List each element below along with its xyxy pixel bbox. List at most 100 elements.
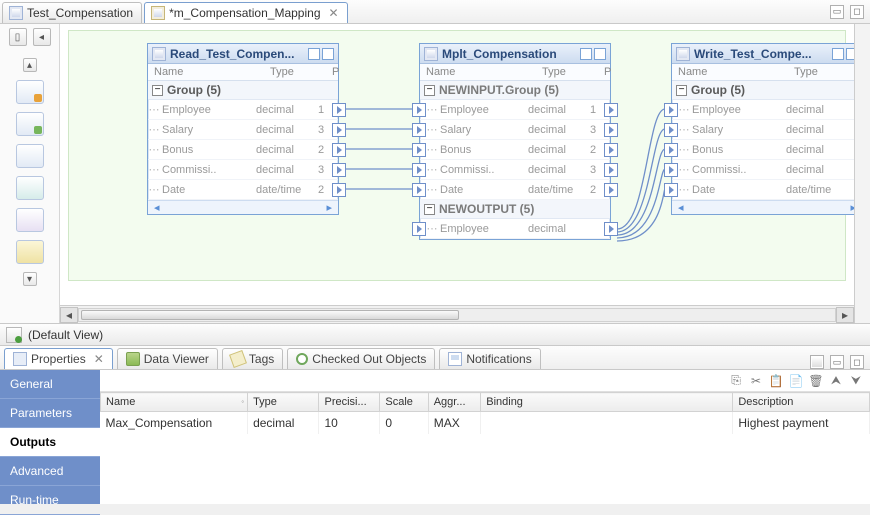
scroll-right-icon[interactable]: ▸	[836, 307, 854, 323]
cut-icon[interactable]: ✂	[748, 373, 764, 389]
palette-item[interactable]	[16, 112, 44, 136]
add-view-icon[interactable]	[6, 327, 22, 343]
transformation-write[interactable]: Write_Test_Compe... NameTypeP−Group (5)⋯…	[671, 43, 854, 215]
output-port[interactable]	[604, 123, 618, 137]
output-port[interactable]	[604, 183, 618, 197]
output-port[interactable]	[604, 143, 618, 157]
input-port[interactable]	[664, 103, 678, 117]
cell[interactable]	[481, 412, 733, 435]
input-port[interactable]	[412, 163, 426, 177]
bottom-tab-data-viewer[interactable]: Data Viewer	[117, 348, 218, 369]
collapse-icon[interactable]: −	[676, 85, 687, 96]
horizontal-scrollbar[interactable]: ◂ ▸	[60, 305, 854, 323]
maximize-icon[interactable]: ◻	[850, 5, 864, 19]
port-group[interactable]: −Group (5)	[148, 81, 338, 100]
close-icon[interactable]: ✕	[94, 352, 104, 366]
input-port[interactable]	[664, 123, 678, 137]
move-down-icon[interactable]: ⮟	[848, 373, 864, 389]
port-row[interactable]: ⋯Salarydecimal3	[148, 120, 338, 140]
bottom-tab-properties[interactable]: Properties✕	[4, 348, 113, 369]
input-port[interactable]	[412, 123, 426, 137]
editor-tab[interactable]: *m_Compensation_Mapping ✕	[144, 2, 348, 23]
view-menu-icon[interactable]	[810, 355, 824, 369]
input-port[interactable]	[664, 183, 678, 197]
minimize-icon[interactable]: ▭	[830, 355, 844, 369]
minimize-icon[interactable]: ▭	[830, 5, 844, 19]
port-row[interactable]: ⋯Salarydecimal3	[420, 120, 610, 140]
palette-item[interactable]	[16, 176, 44, 200]
column-header[interactable]: Name◦	[101, 393, 248, 412]
collapse-icon[interactable]: −	[424, 85, 435, 96]
port-row[interactable]: ⋯Salarydecimal	[672, 120, 854, 140]
cell[interactable]: Max_Compensation	[101, 412, 248, 435]
move-up-icon[interactable]: ⮝	[828, 373, 844, 389]
transformation-mplt[interactable]: Mplt_Compensation NameTypeP−NEWINPUT.Gro…	[419, 43, 611, 240]
cell[interactable]: Highest payment	[733, 412, 870, 435]
palette-left-icon[interactable]: ◂	[33, 28, 51, 46]
bottom-tab-checked-out-objects[interactable]: Checked Out Objects	[287, 348, 435, 369]
collapse-icon[interactable]: −	[424, 204, 435, 215]
port-group[interactable]: −NEWOUTPUT (5)	[420, 200, 610, 219]
input-port[interactable]	[664, 143, 678, 157]
palette-collapse-icon[interactable]: ▯	[9, 28, 27, 46]
side-tab-advanced[interactable]: Advanced	[0, 457, 100, 486]
output-port[interactable]	[332, 183, 346, 197]
port-row[interactable]: ⋯Employeedecimal	[672, 100, 854, 120]
scroll-left-icon[interactable]: ◂	[60, 307, 78, 323]
cell[interactable]: MAX	[428, 412, 481, 435]
delete-icon[interactable]: 🗑	[808, 373, 824, 389]
palette-item[interactable]	[16, 144, 44, 168]
maximize-icon[interactable]	[322, 48, 334, 60]
transformation-read[interactable]: Read_Test_Compen... NameTypeP−Group (5)⋯…	[147, 43, 339, 215]
toggle-icon[interactable]	[308, 48, 320, 60]
transformation-title[interactable]: Write_Test_Compe...	[672, 44, 854, 64]
port-row[interactable]: ⋯Employeedecimal1	[148, 100, 338, 120]
port-row[interactable]: ⋯Datedate/time	[672, 180, 854, 200]
toggle-icon[interactable]	[832, 48, 844, 60]
output-port[interactable]	[332, 163, 346, 177]
mapping-canvas[interactable]: Read_Test_Compen... NameTypeP−Group (5)⋯…	[60, 24, 854, 305]
palette-item[interactable]	[16, 208, 44, 232]
column-header[interactable]: Aggr...	[428, 393, 481, 412]
input-port[interactable]	[664, 163, 678, 177]
port-group[interactable]: −Group (5)	[672, 81, 854, 100]
scroll-down-icon[interactable]: ▾	[23, 272, 37, 286]
transformation-title[interactable]: Read_Test_Compen...	[148, 44, 338, 64]
port-row[interactable]: ⋯Commissi..decimal3	[148, 160, 338, 180]
column-header[interactable]: Precisi...	[319, 393, 380, 412]
table-row[interactable]: Max_Compensationdecimal100MAXHighest pay…	[101, 412, 870, 435]
port-row[interactable]: ⋯Employeedecimal1	[420, 100, 610, 120]
input-port[interactable]	[412, 103, 426, 117]
bottom-tab-notifications[interactable]: Notifications	[439, 348, 540, 369]
paste-icon[interactable]: 📋	[768, 373, 784, 389]
column-header[interactable]: Type	[248, 393, 319, 412]
column-header[interactable]: Binding	[481, 393, 733, 412]
box-scrollbar[interactable]: ◂▸	[148, 200, 338, 214]
port-row[interactable]: ⋯Bonusdecimal2	[148, 140, 338, 160]
close-icon[interactable]: ✕	[329, 6, 339, 20]
port-row[interactable]: ⋯Datedate/time2	[148, 180, 338, 200]
collapse-icon[interactable]: −	[152, 85, 163, 96]
transformation-title[interactable]: Mplt_Compensation	[420, 44, 610, 64]
output-port[interactable]	[332, 103, 346, 117]
maximize-icon[interactable]	[846, 48, 854, 60]
cell[interactable]: 0	[380, 412, 428, 435]
output-port[interactable]	[604, 103, 618, 117]
side-tab-run-time[interactable]: Run-time	[0, 486, 100, 515]
vertical-scrollbar[interactable]	[854, 24, 870, 323]
output-port[interactable]	[604, 222, 618, 236]
palette-item[interactable]	[16, 80, 44, 104]
input-port[interactable]	[412, 183, 426, 197]
copy-icon[interactable]: ⎘	[728, 373, 744, 389]
bottom-tab-tags[interactable]: Tags	[222, 348, 283, 369]
cell[interactable]: decimal	[248, 412, 319, 435]
paste-special-icon[interactable]: 📄	[788, 373, 804, 389]
port-row[interactable]: ⋯Employeedecimal	[420, 219, 610, 239]
port-row[interactable]: ⋯Datedate/time2	[420, 180, 610, 200]
side-tab-outputs[interactable]: Outputs	[0, 428, 100, 457]
input-port[interactable]	[412, 222, 426, 236]
maximize-icon[interactable]	[594, 48, 606, 60]
box-scrollbar[interactable]: ◂▸	[672, 200, 854, 214]
side-tab-parameters[interactable]: Parameters	[0, 399, 100, 428]
view-label[interactable]: (Default View)	[28, 328, 103, 342]
